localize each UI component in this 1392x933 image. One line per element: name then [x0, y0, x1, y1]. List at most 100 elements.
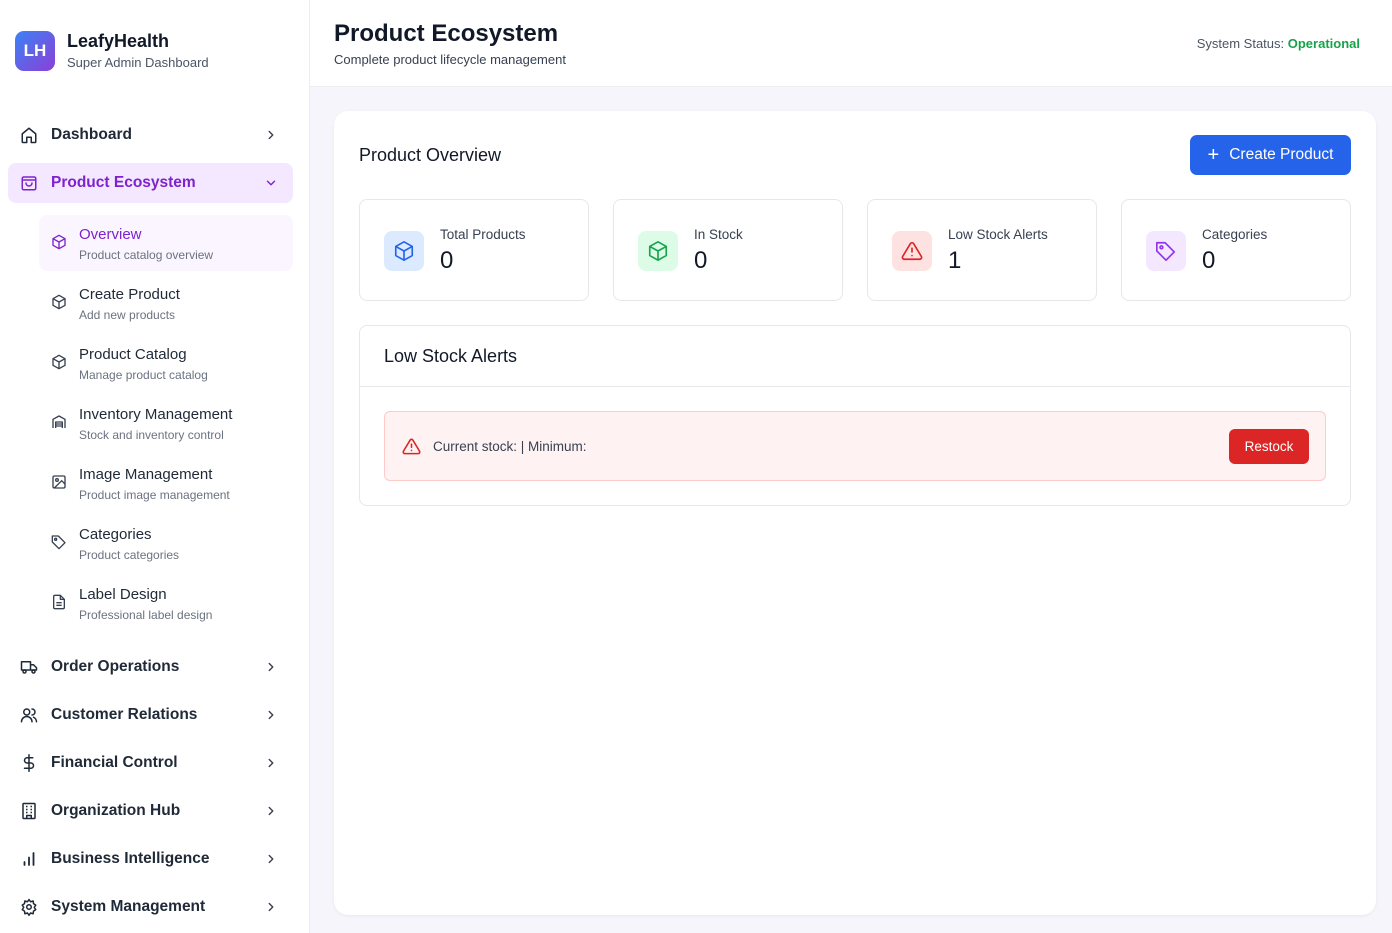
building-icon	[22, 802, 36, 820]
stat-icon-box	[384, 231, 424, 271]
restock-button[interactable]: Restock	[1229, 429, 1309, 464]
create-product-label: Create Product	[1229, 146, 1334, 163]
sub-item-label: Create Product	[79, 286, 180, 303]
stat-icon-box	[892, 231, 932, 271]
page-title: Product Ecosystem	[334, 20, 559, 47]
alert-triangle-icon	[402, 438, 421, 455]
stat-label: Low Stock Alerts	[948, 227, 1048, 242]
stat-icon-box	[638, 231, 678, 271]
nav-system-management[interactable]: System Management	[8, 887, 293, 927]
sub-item-create-product[interactable]: Create Product Add new products	[39, 275, 293, 331]
low-stock-alerts-title: Low Stock Alerts	[384, 346, 518, 366]
nav-system-management-label: System Management	[51, 898, 206, 915]
chevron-right-icon	[268, 806, 274, 816]
chevron-down-icon	[266, 180, 276, 186]
stat-card-total-products: Total Products 0	[359, 199, 589, 301]
stat-label: Categories	[1202, 227, 1268, 242]
sub-item-label: Overview	[79, 226, 142, 243]
page-subtitle: Complete product lifecycle management	[334, 52, 566, 67]
nav-business-intelligence[interactable]: Business Intelligence	[8, 839, 293, 879]
stat-card-in-stock: In Stock 0	[613, 199, 843, 301]
sub-item-label: Categories	[79, 526, 152, 543]
sub-item-desc: Professional label design	[79, 608, 213, 622]
brand-subtitle: Super Admin Dashboard	[67, 55, 209, 70]
divider	[360, 386, 1350, 387]
sub-item-label: Inventory Management	[79, 406, 233, 423]
nav-organization-hub-label: Organization Hub	[51, 802, 181, 819]
chevron-right-icon	[268, 758, 274, 768]
sub-item-desc: Stock and inventory control	[79, 428, 224, 442]
tag-icon	[1156, 241, 1176, 261]
stat-value: 0	[1202, 247, 1216, 274]
sub-item-inventory-management[interactable]: Inventory Management Stock and inventory…	[39, 395, 293, 451]
stat-value: 1	[948, 247, 962, 274]
sub-item-desc: Product catalog overview	[79, 248, 214, 262]
chevron-right-icon	[268, 710, 274, 720]
sub-item-label: Product Catalog	[79, 346, 187, 363]
sub-item-product-catalog[interactable]: Product Catalog Manage product catalog	[39, 335, 293, 391]
plus-icon: +	[1207, 144, 1220, 166]
nav-product-ecosystem[interactable]: Product Ecosystem	[8, 163, 293, 203]
brand-logo: LH	[15, 31, 55, 71]
image-icon	[52, 475, 66, 489]
users-icon	[20, 708, 38, 723]
gear-icon	[21, 898, 37, 916]
stat-value: 0	[694, 247, 708, 274]
home-icon	[21, 127, 37, 144]
stat-icon-box	[1146, 231, 1186, 271]
chevron-right-icon	[268, 662, 274, 672]
sidebar: LH LeafyHealth Super Admin Dashboard Das…	[0, 0, 310, 933]
sub-item-desc: Product categories	[79, 548, 180, 562]
sub-item-categories[interactable]: Categories Product categories	[39, 515, 293, 571]
top-bar: Product Ecosystem Complete product lifec…	[310, 0, 1392, 87]
nav-dashboard[interactable]: Dashboard	[8, 115, 293, 155]
nav-customer-relations-label: Customer Relations	[51, 706, 198, 723]
box-icon	[648, 241, 668, 261]
stat-value: 0	[440, 247, 454, 274]
nav-business-intelligence-label: Business Intelligence	[51, 850, 210, 867]
create-product-button[interactable]: + Create Product	[1190, 135, 1351, 175]
sub-item-desc: Product image management	[79, 488, 230, 502]
nav-order-operations[interactable]: Order Operations	[8, 647, 293, 687]
brand: LH LeafyHealth Super Admin Dashboard	[15, 30, 209, 72]
main-card: Product Overview + Create Product Total …	[334, 111, 1376, 915]
stat-label: Total Products	[440, 227, 526, 242]
nav-financial-control[interactable]: Financial Control	[8, 743, 293, 783]
shopping-bag-icon	[21, 176, 37, 191]
box-icon	[52, 294, 66, 310]
bar-chart-icon	[23, 852, 35, 866]
nav-product-ecosystem-label: Product Ecosystem	[51, 174, 196, 191]
sub-item-image-management[interactable]: Image Management Product image managemen…	[39, 455, 293, 511]
nav-customer-relations[interactable]: Customer Relations	[8, 695, 293, 735]
nav-order-operations-label: Order Operations	[51, 658, 180, 675]
system-status-value: Operational	[1287, 36, 1360, 51]
stat-card-low-stock-alerts: Low Stock Alerts 1	[867, 199, 1097, 301]
truck-icon	[20, 661, 38, 674]
sub-item-label-design[interactable]: Label Design Professional label design	[39, 575, 293, 631]
low-stock-alert-row: Current stock: | Minimum: Restock	[384, 411, 1326, 481]
box-icon	[52, 234, 66, 250]
box-icon	[52, 354, 66, 370]
brand-title: LeafyHealth	[67, 31, 170, 51]
sub-item-overview[interactable]: Overview Product catalog overview	[39, 215, 293, 271]
tag-icon	[51, 535, 66, 550]
system-status: System Status: Operational	[1197, 36, 1360, 51]
stat-card-categories: Categories 0	[1121, 199, 1351, 301]
chevron-right-icon	[268, 130, 274, 140]
sub-item-desc: Manage product catalog	[79, 368, 208, 382]
file-text-icon	[53, 594, 65, 610]
dollar-sign-icon	[23, 754, 35, 772]
nav-financial-control-label: Financial Control	[51, 754, 178, 771]
system-status-label: System Status:	[1196, 36, 1285, 51]
alert-text: Current stock: | Minimum:	[433, 439, 587, 454]
sub-item-desc: Add new products	[79, 308, 176, 322]
alert-triangle-icon	[901, 241, 923, 261]
nav-dashboard-label: Dashboard	[51, 126, 132, 143]
overview-title: Product Overview	[359, 145, 502, 165]
warehouse-icon	[52, 415, 66, 428]
sub-item-label: Image Management	[79, 466, 213, 483]
sub-item-label: Label Design	[79, 586, 167, 603]
chevron-right-icon	[268, 902, 274, 912]
low-stock-alerts-card: Low Stock Alerts Current stock: | Minimu…	[359, 325, 1351, 506]
nav-organization-hub[interactable]: Organization Hub	[8, 791, 293, 831]
